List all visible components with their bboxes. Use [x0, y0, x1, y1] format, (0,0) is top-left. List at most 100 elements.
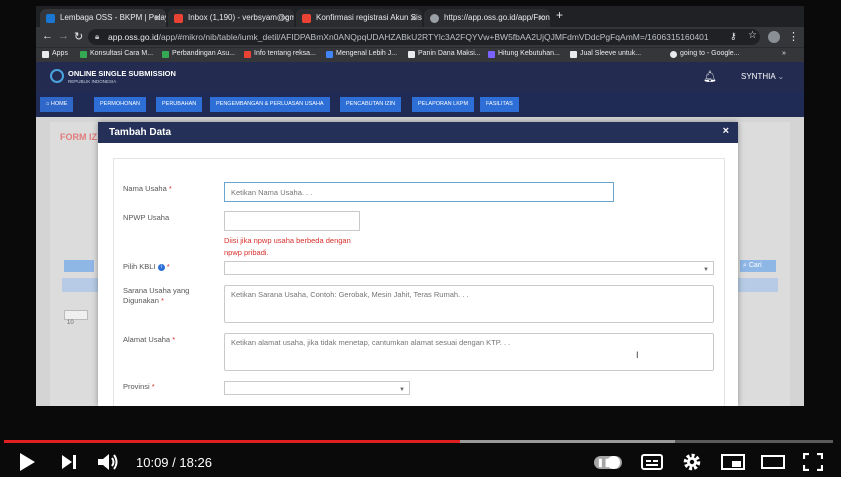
- bookmark-item[interactable]: Panin Dana Maksi...: [408, 50, 481, 58]
- address-bar[interactable]: 🔒︎ app.oss.go.id/app/#mikro/nib/table/iu…: [88, 29, 760, 45]
- gmail-icon: [174, 14, 183, 23]
- bookmark-favicon-icon: [244, 51, 251, 58]
- provinsi-label: Provinsi *: [123, 382, 155, 391]
- bookmark-apps[interactable]: Apps: [42, 50, 68, 58]
- theater-mode-icon[interactable]: [761, 455, 785, 469]
- progress-played: [4, 440, 461, 443]
- menu-pengembangan[interactable]: PENGEMBANGAN & PERLUASAN USAHA: [210, 97, 330, 112]
- menu-pelaporan-lkpm[interactable]: PELAPORAN LKPM: [412, 97, 475, 112]
- form-container: Nama Usaha * NPWP Usaha Diisi jika npwp …: [113, 158, 725, 406]
- bookmark-favicon-icon: [488, 51, 495, 58]
- settings-gear-icon[interactable]: [682, 452, 702, 472]
- browser-window: Lembaga OSS - BKPM | Pelaya ✕ Inbox (1,1…: [36, 6, 804, 406]
- sarana-usaha-textarea[interactable]: [224, 285, 714, 323]
- menu-perubahan[interactable]: PERUBAHAN: [156, 97, 203, 112]
- info-icon[interactable]: i: [157, 264, 165, 271]
- web-page: ONLINE SINGLE SUBMISSION REPUBLIK INDONE…: [36, 62, 804, 406]
- play-icon[interactable]: [18, 452, 36, 472]
- current-time: 10:09: [136, 455, 169, 470]
- modal-header: Tambah Data ×: [98, 122, 738, 143]
- bookmark-item[interactable]: Perbandingan Asu...: [162, 50, 235, 58]
- tab-oss[interactable]: Lembaga OSS - BKPM | Pelaya ✕: [40, 9, 166, 27]
- pause-icon: ❚❚: [597, 458, 611, 467]
- tab-title: Lembaga OSS - BKPM | Pelaya: [60, 13, 166, 22]
- gmail-icon: [302, 14, 311, 23]
- tab-title: https://app.oss.go.id/app/Fron: [444, 13, 550, 22]
- bookmarks-overflow-icon[interactable]: »: [782, 50, 786, 57]
- background-page-size-select[interactable]: 10: [64, 310, 88, 326]
- kbli-select[interactable]: ▼: [224, 261, 714, 275]
- menu-home[interactable]: ⌂ HOME: [40, 97, 74, 112]
- logo-subtitle: REPUBLIK INDONESIA: [68, 79, 117, 84]
- tab-oss-front[interactable]: https://app.oss.go.id/app/Fron ✕: [424, 9, 550, 27]
- tab-title: Konfirmasi registrasi Akun Sis: [316, 13, 422, 22]
- bookmark-favicon-icon: [80, 51, 87, 58]
- bell-icon[interactable]: 🔔︎: [703, 70, 717, 83]
- volume-icon[interactable]: [97, 452, 121, 472]
- menu-pencabutan-izin[interactable]: PENCABUTAN IZIN: [340, 97, 402, 112]
- bookmark-item[interactable]: Hitung Kebutuhan...: [488, 50, 560, 58]
- apps-grid-icon: [42, 51, 49, 58]
- profile-avatar[interactable]: [768, 31, 780, 43]
- tab-title: Inbox (1,190) - verbsyam@gm: [188, 13, 294, 22]
- tab-gmail-inbox[interactable]: Inbox (1,190) - verbsyam@gm ✕: [168, 9, 294, 27]
- background-search-button[interactable]: ⌕ Cari: [740, 260, 776, 272]
- menu-permohonan[interactable]: PERMOHONAN: [94, 97, 147, 112]
- npwp-usaha-label: NPWP Usaha: [123, 213, 170, 222]
- oss-favicon-icon: [46, 14, 55, 23]
- bookmark-item[interactable]: Info tentang reksa...: [244, 50, 316, 58]
- google-icon: [670, 51, 677, 58]
- next-icon[interactable]: [60, 454, 78, 470]
- lock-icon: 🔒︎: [95, 32, 100, 41]
- tab-bar: Lembaga OSS - BKPM | Pelaya ✕ Inbox (1,1…: [36, 6, 804, 27]
- bookmark-item[interactable]: Mengenal Lebih J...: [326, 50, 397, 58]
- autoplay-toggle[interactable]: ❚❚: [594, 456, 622, 469]
- oss-logo-icon: [50, 69, 64, 83]
- duration: 18:26: [179, 455, 212, 470]
- close-icon[interactable]: ×: [723, 125, 729, 137]
- kbli-label: Pilih KBLI i *: [123, 262, 170, 271]
- star-icon[interactable]: ☆: [748, 30, 757, 41]
- bookmarks-bar: Apps Konsultasi Cara M... Perbandingan A…: [36, 47, 804, 62]
- tab-gmail-konfirmasi[interactable]: Konfirmasi registrasi Akun Sis ✕: [296, 9, 422, 27]
- bookmark-favicon-icon: [326, 51, 333, 58]
- tambah-data-modal: Tambah Data × Nama Usaha * NPWP Usaha Di…: [98, 122, 738, 406]
- subtitles-icon[interactable]: [641, 454, 663, 470]
- fullscreen-icon[interactable]: [803, 453, 823, 471]
- time-display: 10:09 / 18:26: [136, 455, 212, 470]
- more-vert-icon[interactable]: ⋮: [788, 30, 799, 43]
- address-row: ← → ↻ 🔒︎ app.oss.go.id/app/#mikro/nib/ta…: [36, 27, 804, 47]
- sarana-usaha-label: Sarana Usaha yang Digunakan *: [123, 286, 190, 305]
- close-tab-icon[interactable]: ✕: [409, 9, 417, 27]
- key-icon[interactable]: ⚷: [730, 31, 737, 42]
- nama-usaha-input[interactable]: [224, 182, 614, 202]
- chevron-down-icon: ▼: [399, 387, 405, 393]
- new-tab-button[interactable]: +: [556, 8, 563, 22]
- reload-icon[interactable]: ↻: [74, 30, 83, 43]
- globe-icon: [430, 14, 439, 23]
- miniplayer-icon[interactable]: [721, 454, 745, 470]
- forward-arrow-icon[interactable]: →: [58, 30, 69, 42]
- bookmark-favicon-icon: [570, 51, 577, 58]
- npwp-usaha-input[interactable]: [224, 211, 360, 231]
- close-tab-icon[interactable]: ✕: [153, 9, 161, 27]
- text-cursor-icon: I: [636, 350, 639, 360]
- oss-logo[interactable]: ONLINE SINGLE SUBMISSION: [50, 69, 176, 83]
- provinsi-select[interactable]: ▼: [224, 381, 410, 395]
- modal-title: Tambah Data: [109, 127, 172, 138]
- bookmark-item[interactable]: Konsultasi Cara M...: [80, 50, 153, 58]
- alamat-usaha-textarea[interactable]: [224, 333, 714, 371]
- background-add-button[interactable]: [64, 260, 94, 272]
- bookmark-favicon-icon: [408, 51, 415, 58]
- bookmark-item[interactable]: Jual Sleeve untuk...: [570, 50, 641, 58]
- menu-fasilitas[interactable]: FASILITAS: [480, 97, 519, 112]
- bookmark-item[interactable]: going to - Google...: [670, 50, 740, 58]
- main-menu: ⌂ HOME PERMOHONAN PERUBAHAN PENGEMBANGAN…: [36, 92, 804, 117]
- close-tab-icon[interactable]: ✕: [537, 9, 545, 27]
- chevron-down-icon: ⌄: [777, 72, 785, 81]
- back-arrow-icon[interactable]: ←: [42, 30, 53, 42]
- close-tab-icon[interactable]: ✕: [281, 9, 289, 27]
- url-path: /app/#mikro/nib/table/iumk_detil/AFIDPAB…: [158, 32, 709, 42]
- site-header: ONLINE SINGLE SUBMISSION REPUBLIK INDONE…: [36, 62, 804, 92]
- user-menu[interactable]: SYNTHIA ⌄: [741, 72, 784, 81]
